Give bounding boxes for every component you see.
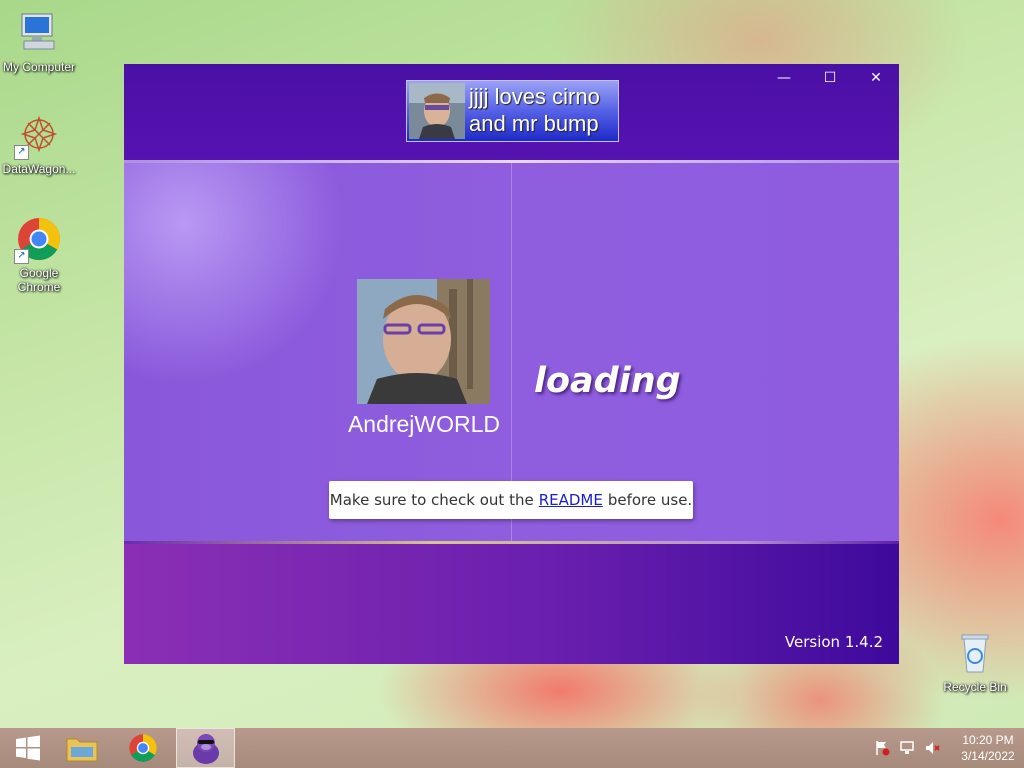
notice-text-before: Make sure to check out the	[329, 491, 534, 509]
banner-line-1: jjjj loves cirno	[469, 84, 600, 109]
banner-photo	[409, 83, 465, 139]
windows-logo-icon	[16, 735, 40, 761]
desktop-icon-my-computer[interactable]: My Computer	[0, 10, 81, 74]
shortcut-arrow-icon: ↗	[14, 145, 29, 160]
readme-notice: Make sure to check out the README before…	[329, 481, 693, 519]
notice-text-after: before use.	[607, 491, 693, 509]
desktop-icon-label: Recycle Bin	[943, 680, 1007, 694]
system-tray: 10:20 PM 3/14/2022	[871, 728, 1024, 768]
window-footer: Version 1.4.2	[124, 544, 899, 664]
splash-content: AndrejWORLD loading Make sure to check o…	[124, 163, 899, 543]
recycle-bin-icon	[952, 630, 998, 676]
desktop-icon-label: Google Chrome	[17, 266, 61, 294]
maximize-button[interactable]: ☐	[807, 64, 853, 92]
taskbar-clock[interactable]: 10:20 PM 3/14/2022	[952, 732, 1024, 764]
clock-date: 3/14/2022	[961, 749, 1015, 763]
chrome-icon	[129, 734, 157, 762]
minimize-button[interactable]: —	[761, 64, 807, 92]
desktop-icon-google-chrome[interactable]: ↗ Google Chrome	[0, 216, 81, 294]
taskbar: 10:20 PM 3/14/2022	[0, 728, 1024, 768]
username-label: AndrejWORLD	[347, 411, 501, 437]
readme-link[interactable]: README	[539, 491, 603, 509]
purple-gorilla-icon	[192, 734, 219, 764]
network-icon[interactable]	[896, 738, 918, 758]
computer-icon	[16, 10, 62, 56]
desktop-icon-datawagon[interactable]: ↗ DataWagon...	[0, 112, 81, 176]
avatar	[357, 279, 490, 404]
datawagon-icon: ↗	[14, 112, 62, 160]
clock-time: 10:20 PM	[962, 733, 1014, 747]
loading-label: loading	[534, 361, 681, 401]
action-center-flag-icon[interactable]	[871, 738, 893, 758]
start-button[interactable]	[0, 728, 56, 768]
folder-icon	[66, 738, 98, 762]
taskbar-app-bonzi[interactable]	[176, 728, 235, 768]
desktop-icon-label: DataWagon...	[2, 162, 76, 176]
banner-line-2: and mr bump	[469, 111, 599, 136]
banner-image: jjjj loves cirno and mr bump	[406, 80, 619, 142]
window-header: jjjj loves cirno and mr bump — ☐ ✕	[124, 64, 899, 160]
shortcut-arrow-icon: ↗	[14, 249, 29, 264]
taskbar-chrome[interactable]	[115, 728, 171, 768]
version-label: Version 1.4.2	[784, 633, 883, 651]
desktop-icon-label: My Computer	[2, 60, 76, 74]
taskbar-file-explorer[interactable]	[54, 728, 110, 768]
close-button[interactable]: ✕	[853, 64, 899, 92]
splash-window: jjjj loves cirno and mr bump — ☐ ✕ Andre…	[124, 64, 899, 664]
chrome-icon: ↗	[14, 216, 62, 264]
volume-muted-icon[interactable]	[921, 738, 943, 758]
desktop-icon-recycle-bin[interactable]: Recycle Bin	[933, 630, 1017, 694]
